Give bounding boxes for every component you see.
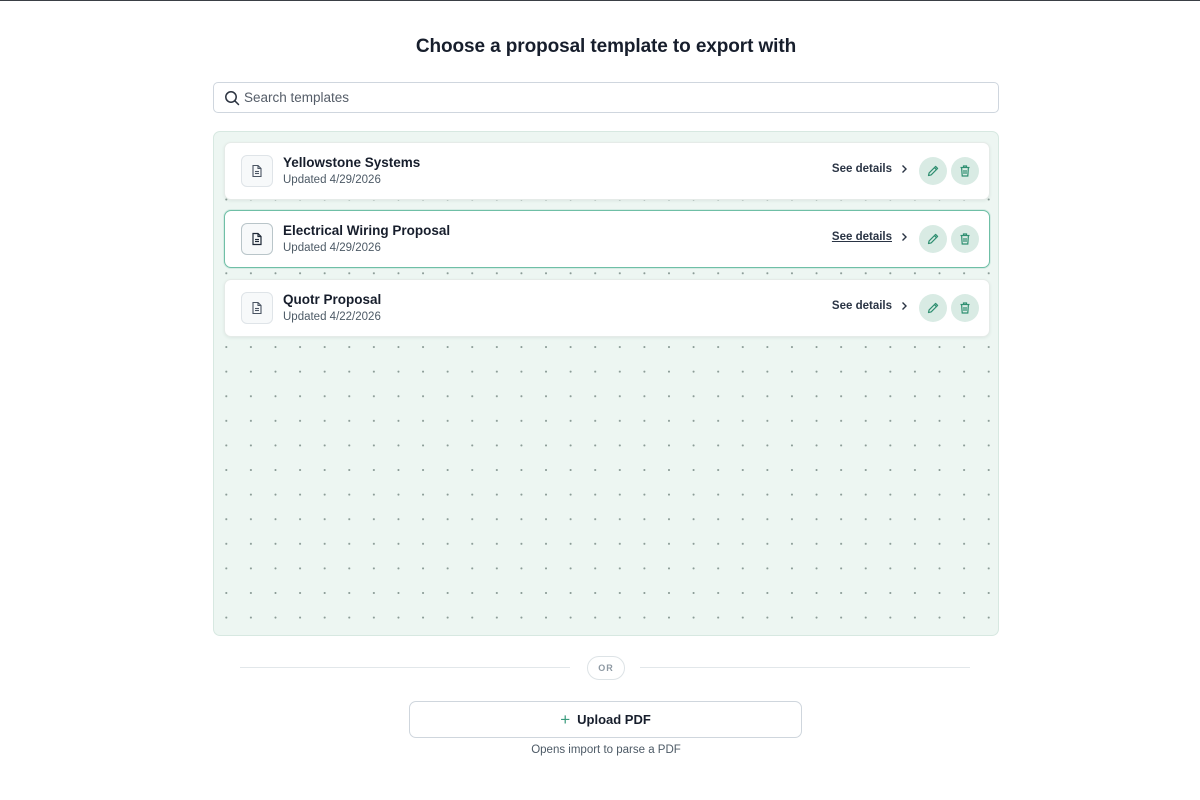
document-icon (252, 232, 262, 246)
see-details-link[interactable]: See details (832, 300, 909, 312)
template-info: Electrical Wiring Proposal Updated 4/29/… (283, 223, 450, 255)
see-details-link[interactable]: See details (832, 163, 909, 175)
upload-pdf-button[interactable]: + Upload PDF (409, 701, 802, 738)
upload-hint-text: Opens import to parse a PDF (531, 744, 681, 756)
template-name: Yellowstone Systems (283, 155, 421, 170)
or-divider: OR (240, 656, 970, 680)
template-name: Electrical Wiring Proposal (283, 223, 451, 238)
edit-template-button[interactable] (919, 157, 947, 185)
delete-template-button[interactable] (951, 294, 979, 322)
template-card-electrical-wiring-proposal[interactable]: Electrical Wiring Proposal Updated 4/29/… (224, 210, 990, 268)
edit-template-button[interactable] (919, 225, 947, 253)
top-border (0, 0, 1200, 1)
chevron-right-icon (902, 302, 907, 310)
see-details-label: See details (831, 163, 892, 175)
document-icon (252, 164, 262, 178)
chevron-right-icon (902, 233, 907, 241)
template-doc-icon-box (241, 155, 273, 187)
delete-template-button[interactable] (951, 157, 979, 185)
edit-template-button[interactable] (919, 294, 947, 322)
document-icon (252, 301, 262, 315)
template-card-yellowstone-systems[interactable]: Yellowstone Systems Updated 4/29/2026 Se… (224, 142, 990, 200)
see-details-label: See details (831, 231, 892, 243)
search-input[interactable] (244, 90, 998, 105)
template-doc-icon-box (241, 292, 273, 324)
chevron-right-icon (902, 165, 907, 173)
plus-icon: + (560, 710, 571, 729)
search-icon (225, 90, 240, 105)
pencil-icon (927, 165, 939, 177)
divider-line-left (240, 667, 570, 668)
template-info: Quotr Proposal Updated 4/22/2026 (283, 292, 381, 324)
template-updated-date: Updated 4/22/2026 (283, 311, 381, 323)
template-info: Yellowstone Systems Updated 4/29/2026 (283, 155, 420, 187)
template-name: Quotr Proposal (283, 292, 382, 307)
delete-template-button[interactable] (951, 225, 979, 253)
see-details-link[interactable]: See details (832, 231, 909, 243)
trash-icon (960, 233, 970, 245)
template-card-quotr-proposal[interactable]: Quotr Proposal Updated 4/22/2026 See det… (224, 279, 990, 337)
trash-icon (960, 302, 970, 314)
pencil-icon (927, 233, 939, 245)
template-list-panel: Yellowstone Systems Updated 4/29/2026 Se… (213, 131, 999, 636)
or-label: OR (587, 656, 625, 680)
divider-line-right (640, 667, 970, 668)
template-doc-icon-box (241, 223, 273, 255)
template-updated-date: Updated 4/29/2026 (283, 242, 381, 254)
trash-icon (960, 165, 970, 177)
page-title: Choose a proposal template to export wit… (415, 36, 797, 57)
pencil-icon (927, 302, 939, 314)
search-bar[interactable] (213, 82, 999, 113)
upload-pdf-label: Upload PDF (577, 712, 651, 727)
template-updated-date: Updated 4/29/2026 (283, 174, 381, 186)
see-details-label: See details (831, 300, 892, 312)
